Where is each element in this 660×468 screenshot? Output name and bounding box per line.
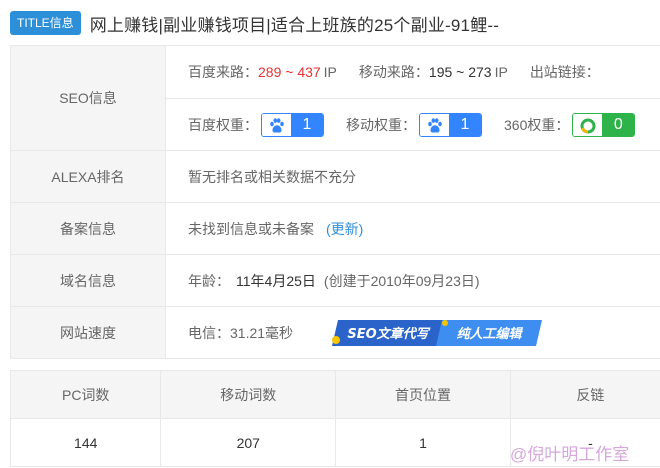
watermark: @倪叶明工作室 — [510, 445, 630, 464]
baidu-paw-icon — [262, 113, 291, 136]
baidu-traffic-value[interactable]: 289 ~ 437 — [258, 64, 321, 80]
page-title: 网上赚钱|副业赚钱项目|适合上班族的25个副业-91鲤-- — [89, 15, 500, 35]
beian-value: 未找到信息或未备案 — [188, 220, 314, 237]
stats-header-row: PC词数 移动词数 首页位置 反链 — [10, 371, 660, 419]
mobile-words-value[interactable]: 207 — [160, 419, 335, 466]
site-info-table: SEO信息 百度来路： 289 ~ 437 IP 移动来路： 195 ~ 273… — [10, 45, 660, 359]
seo-label: SEO信息 — [10, 46, 166, 150]
mobile-weight-badge[interactable]: 1 — [419, 112, 482, 137]
baidu-traffic-label: 百度来路： — [188, 64, 258, 80]
mobile-weight-value: 1 — [449, 113, 481, 136]
mobile-traffic-value[interactable]: 195 ~ 273 — [429, 64, 492, 80]
seo-row: SEO信息 百度来路： 289 ~ 437 IP 移动来路： 195 ~ 273… — [10, 46, 660, 151]
domain-age-label: 年龄： — [188, 272, 230, 289]
so360-ring-icon — [573, 113, 603, 136]
domain-value-cell: 年龄： 11年4月25日 (创建于2010年09月23日) — [166, 255, 660, 306]
domain-age-value: 11年4月25日 — [236, 272, 316, 289]
backlinks-header: 反链 — [509, 371, 660, 418]
pc-words-header: PC词数 — [10, 371, 160, 418]
homepage-position-header: 首页位置 — [335, 371, 510, 418]
domain-created: (创建于2010年09月23日) — [323, 272, 480, 289]
pc-words-value[interactable]: 144 — [10, 419, 160, 466]
speed-label: 网站速度 — [10, 307, 166, 358]
title-row: TITLE信息 网上赚钱|副业赚钱项目|适合上班族的25个副业-91鲤-- — [10, 10, 499, 36]
baidu-weight-label: 百度权重： — [188, 116, 258, 133]
mobile-weight-label: 移动权重： — [346, 116, 416, 133]
title-badge: TITLE信息 — [10, 11, 81, 35]
baidu-weight-badge[interactable]: 1 — [261, 112, 324, 137]
seo-writing-ad-banner[interactable]: SEO文章代写 纯人工编辑 — [332, 320, 542, 346]
baidu-weight-value: 1 — [291, 113, 323, 136]
alexa-label: ALEXA排名 — [10, 151, 166, 202]
domain-row: 域名信息 年龄： 11年4月25日 (创建于2010年09月23日) — [10, 255, 660, 307]
banner-text-2: 纯人工编辑 — [456, 326, 523, 342]
seo-values: 百度来路： 289 ~ 437 IP 移动来路： 195 ~ 273 IP 出站… — [166, 46, 660, 150]
homepage-position-value[interactable]: 1 — [335, 419, 510, 466]
alexa-value: 暂无排名或相关数据不充分 — [188, 168, 356, 185]
outbound-links-label: 出站链接： — [529, 64, 600, 80]
alexa-row: ALEXA排名 暂无排名或相关数据不充分 — [10, 151, 660, 203]
beian-update-link[interactable]: (更新) — [326, 219, 363, 239]
baidu-paw-icon — [420, 113, 449, 136]
seo-weight-line: 百度权重： 1 移动权重： 1 360权重： 0 — [166, 98, 660, 150]
beian-label: 备案信息 — [10, 203, 166, 254]
baidu-traffic-unit: IP — [323, 64, 337, 80]
mobile-words-header: 移动词数 — [160, 371, 335, 418]
so360-weight-label: 360权重： — [504, 116, 570, 133]
mobile-traffic-unit: IP — [494, 64, 508, 80]
banner-text-1: SEO文章代写 — [347, 326, 430, 342]
seo-traffic-line: 百度来路： 289 ~ 437 IP 移动来路： 195 ~ 273 IP 出站… — [166, 46, 660, 98]
so360-weight-value: 0 — [602, 113, 635, 136]
domain-label: 域名信息 — [10, 255, 166, 306]
beian-value-cell: 未找到信息或未备案 (更新) — [166, 203, 660, 254]
so360-weight-badge[interactable]: 0 — [572, 112, 636, 137]
mobile-traffic-label: 移动来路： — [358, 64, 429, 80]
beian-row: 备案信息 未找到信息或未备案 (更新) — [10, 203, 660, 255]
